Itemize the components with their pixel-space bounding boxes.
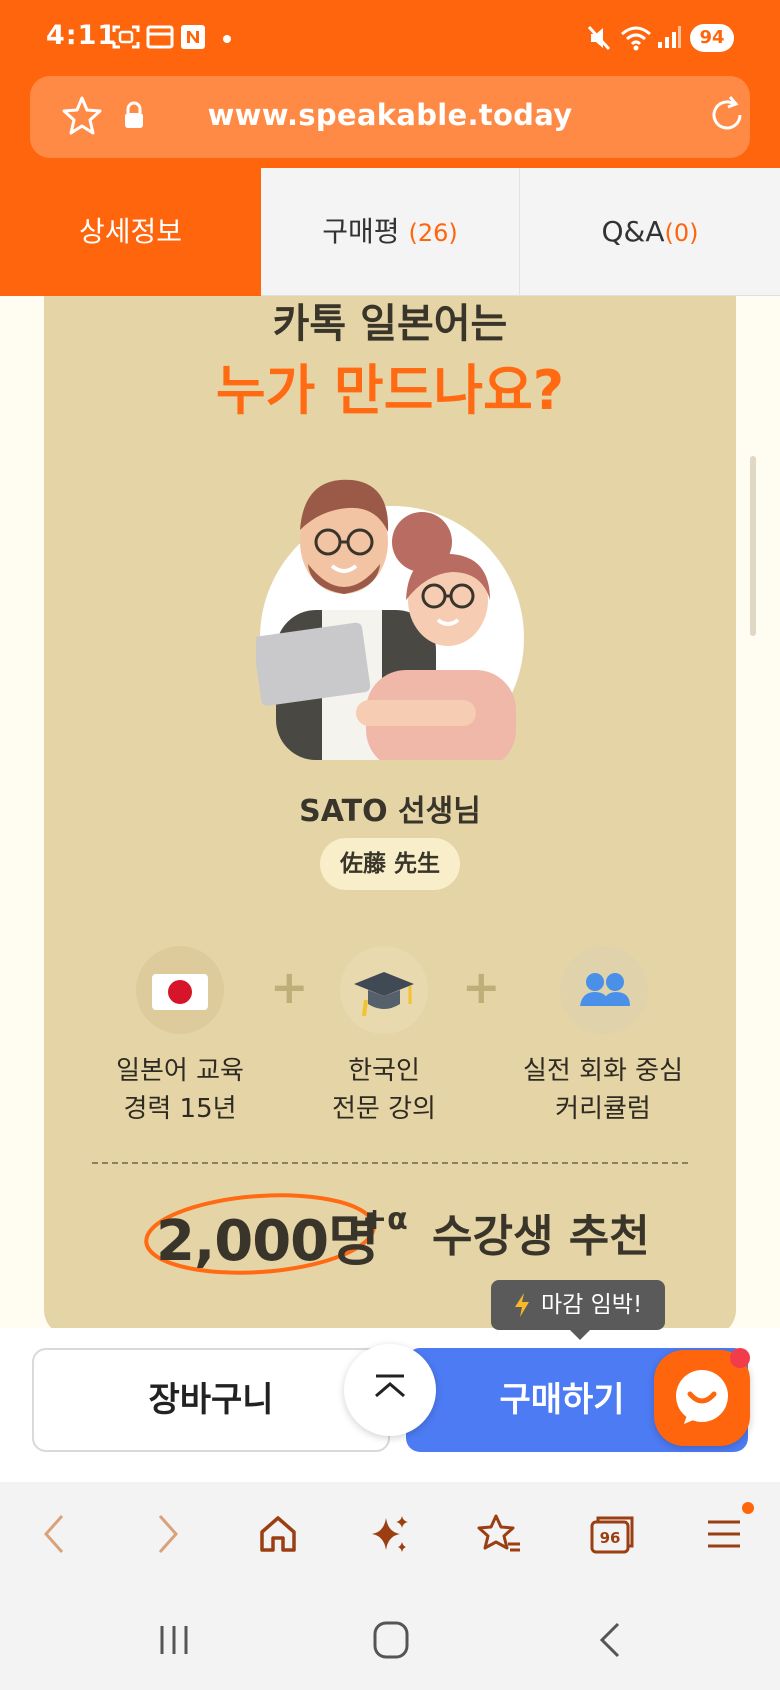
forward-icon[interactable] [150,1510,186,1558]
stat-text: 수강생 추천 [432,1211,650,1262]
browser-toolbar: www.speakable.today [0,76,780,168]
section-heading-line2: 누가 만드나요? [215,359,565,422]
plus-sign-1: + [270,960,309,1014]
teachers-illustration [256,479,524,760]
student-recommendation-stat: 2,000명 +α 수강생 추천 [140,1188,660,1278]
screenshot-icon [112,25,140,49]
back-system-icon[interactable] [596,1620,624,1660]
feature-label-experience: 일본어 교육 경력 15년 [116,1056,244,1124]
tab-qna[interactable]: Q&A(0) [520,168,780,296]
mute-icon [587,25,611,51]
cart-button[interactable]: 장바구니 [32,1348,390,1452]
recent-apps-icon[interactable] [156,1622,192,1658]
browser-bottom-nav: 96 [0,1482,780,1590]
teacher-name: SATO 선생님 [299,794,481,829]
dashed-divider [92,1162,688,1164]
graduation-cap-icon [340,946,428,1034]
tab-reviews-label: 구매평 [322,215,400,248]
svg-text:96: 96 [600,1529,621,1547]
japan-flag-icon [136,946,224,1034]
people-icon [560,946,648,1034]
product-tabs: 상세정보 구매평 (26) Q&A(0) [0,168,780,296]
section-heading-line1: 카톡 일본어는 [272,301,508,347]
stat-number: 2,000명 [156,1209,380,1274]
tab-details-label: 상세정보 [78,215,183,248]
address-bar[interactable]: www.speakable.today [30,76,750,158]
tooltip-tail [570,1330,590,1340]
scroll-top-button[interactable] [344,1344,436,1436]
back-icon[interactable] [36,1510,72,1558]
tab-reviews-count: (26) [408,219,458,247]
refresh-icon[interactable] [704,92,750,138]
wifi-icon [621,26,651,51]
naver-icon [181,25,205,49]
ai-sparkle-icon[interactable] [368,1510,412,1558]
signal-icon [658,26,681,48]
feature-label-curriculum: 실전 회화 중심 커리큘럼 [522,1056,684,1124]
tab-reviews[interactable]: 구매평 (26) [261,168,520,296]
tab-qna-label: Q&A [601,215,665,248]
teacher-name-japanese: 佐藤 先生 [320,838,460,890]
home-system-icon[interactable] [372,1620,410,1660]
status-time: 4:11 [46,20,118,51]
status-bar: 4:11 94 [0,0,780,76]
notification-dot-icon [223,35,231,43]
bookmarks-icon[interactable] [476,1510,524,1558]
feature-label-korean-lecture: 한국인 전문 강의 [332,1056,436,1124]
scroll-top-icon [375,1374,405,1398]
url-text: www.speakable.today [207,98,573,132]
stat-alpha: +α [362,1202,408,1237]
tooltip-text: 마감 임박! [541,1292,643,1318]
battery-indicator: 94 [690,24,734,52]
tabs-icon[interactable]: 96 [588,1510,636,1558]
plus-sign-2: + [462,960,501,1014]
scrollbar[interactable] [750,456,756,636]
tab-details[interactable]: 상세정보 [0,168,261,296]
system-navigation-bar [0,1590,780,1690]
home-icon[interactable] [256,1510,300,1558]
tab-qna-count: (0) [664,219,699,247]
menu-icon[interactable] [704,1510,744,1558]
lightning-icon [515,1293,529,1317]
chat-notification-dot [730,1348,750,1368]
deadline-tooltip: 마감 임박! [491,1280,665,1330]
menu-notification-dot [742,1502,754,1514]
card-icon [146,25,174,49]
